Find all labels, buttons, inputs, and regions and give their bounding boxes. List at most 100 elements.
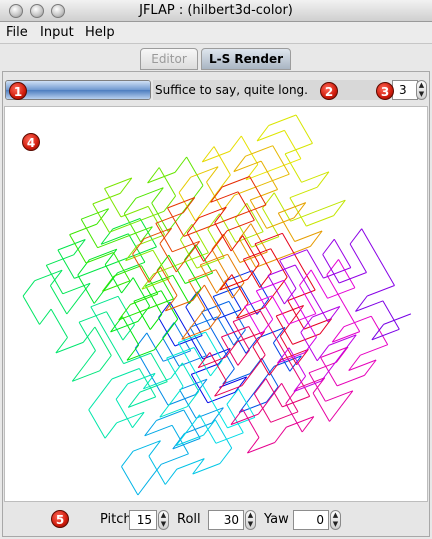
- curve-segment: [271, 295, 289, 325]
- curve-segment: [349, 243, 367, 273]
- curve-segment: [77, 274, 95, 304]
- curve-segment: [111, 368, 140, 380]
- curve-segment: [148, 455, 166, 485]
- curve-segment: [261, 173, 290, 186]
- curve-segment: [134, 348, 153, 377]
- curve-segment: [342, 302, 361, 332]
- curve-segment: [83, 350, 96, 367]
- curve-segment: [211, 249, 229, 279]
- callout-marker-4: 4: [22, 133, 40, 151]
- curve-segment: [181, 362, 200, 392]
- curve-segment: [289, 186, 318, 199]
- stepper-down-icon[interactable]: ▼: [331, 520, 340, 529]
- curve-segment: [174, 156, 187, 173]
- progress-fill: [6, 81, 150, 99]
- tab-editor[interactable]: Editor: [140, 48, 198, 70]
- render-canvas[interactable]: [4, 106, 428, 502]
- curve-segment: [121, 277, 134, 294]
- curve-segment: [80, 218, 99, 248]
- stepper-up-icon[interactable]: ▲: [331, 511, 340, 520]
- curve-segment: [92, 192, 121, 205]
- curve-segment: [123, 213, 142, 243]
- curve-segment: [277, 212, 296, 242]
- curve-segment: [295, 114, 313, 144]
- stepper-down-icon[interactable]: ▼: [417, 90, 426, 99]
- curve-segment: [104, 264, 123, 294]
- curve-segment: [45, 265, 64, 295]
- curve-segment: [97, 236, 126, 249]
- curve-segment: [284, 153, 302, 183]
- iterations-field[interactable]: 3: [392, 80, 418, 100]
- curve-segment: [139, 381, 168, 393]
- status-text: Suffice to say, quite long.: [153, 80, 381, 100]
- curve-segment: [69, 234, 87, 264]
- curve-segment: [121, 316, 140, 346]
- yaw-field[interactable]: 0: [293, 510, 329, 530]
- curve-segment: [150, 352, 168, 382]
- roll-stepper[interactable]: ▲ ▼: [245, 510, 256, 530]
- pitch-stepper[interactable]: ▲ ▼: [158, 510, 169, 530]
- menu-file[interactable]: File: [6, 25, 28, 40]
- curve-segment: [69, 223, 98, 236]
- stepper-down-icon[interactable]: ▼: [246, 520, 255, 529]
- stepper-down-icon[interactable]: ▼: [159, 520, 168, 529]
- curve-segment: [336, 374, 365, 387]
- curve-segment: [268, 114, 297, 126]
- curve-segment: [253, 378, 267, 395]
- curve-segment: [262, 207, 280, 237]
- curve-segment: [112, 252, 131, 282]
- curve-segment: [213, 146, 231, 176]
- curve-segment: [306, 215, 334, 227]
- curve-segment: [104, 422, 118, 439]
- curve-segment: [322, 238, 335, 255]
- tab-ls-render[interactable]: L-S Render: [201, 48, 291, 70]
- pitch-field[interactable]: 15: [129, 510, 157, 530]
- curve-segment: [248, 326, 266, 356]
- curve-segment: [270, 248, 288, 278]
- iterations-stepper[interactable]: ▲ ▼: [416, 80, 427, 100]
- curve-segment: [222, 176, 250, 188]
- curve-segment: [186, 390, 200, 408]
- curve-segment: [219, 447, 233, 464]
- curve-segment: [123, 352, 152, 365]
- curve-segment: [88, 409, 106, 439]
- yaw-label: Yaw: [264, 512, 289, 527]
- curve-segment: [238, 204, 267, 216]
- curve-segment: [360, 344, 388, 356]
- curve-segment: [205, 331, 223, 361]
- curve-segment: [137, 479, 150, 496]
- curve-segment: [88, 394, 101, 411]
- curve-segment: [195, 205, 208, 222]
- curve-segment: [273, 192, 292, 222]
- stepper-up-icon[interactable]: ▲: [159, 511, 168, 520]
- curve-segment: [382, 300, 400, 330]
- roll-field[interactable]: 30: [208, 510, 244, 530]
- curve-segment: [290, 210, 319, 222]
- curve-segment: [172, 275, 190, 304]
- menu-input[interactable]: Input: [40, 25, 74, 40]
- curve-segment: [272, 145, 290, 175]
- curve-segment: [112, 218, 141, 230]
- curve-segment: [179, 389, 197, 419]
- curve-segment: [145, 285, 163, 315]
- curve-segment: [285, 403, 303, 433]
- curve-segment: [90, 295, 119, 308]
- curve-segment: [251, 270, 270, 300]
- curve-segment: [237, 349, 250, 366]
- curve-segment: [168, 254, 186, 284]
- curve-segment: [149, 313, 163, 330]
- yaw-stepper[interactable]: ▲ ▼: [330, 510, 341, 530]
- curve-segment: [156, 409, 184, 421]
- curve-segment: [120, 205, 149, 218]
- menu-help[interactable]: Help: [85, 25, 115, 40]
- curve-segment: [66, 298, 79, 315]
- stepper-up-icon[interactable]: ▲: [246, 511, 255, 520]
- stepper-up-icon[interactable]: ▲: [417, 81, 426, 90]
- curve-segment: [250, 223, 268, 253]
- curve-segment: [260, 160, 279, 190]
- callout-marker-3: 3: [376, 82, 394, 100]
- menu-bar: File Input Help: [0, 22, 432, 44]
- curve-segment: [250, 189, 278, 201]
- curve-segment: [39, 308, 52, 325]
- curve-segment: [218, 174, 231, 191]
